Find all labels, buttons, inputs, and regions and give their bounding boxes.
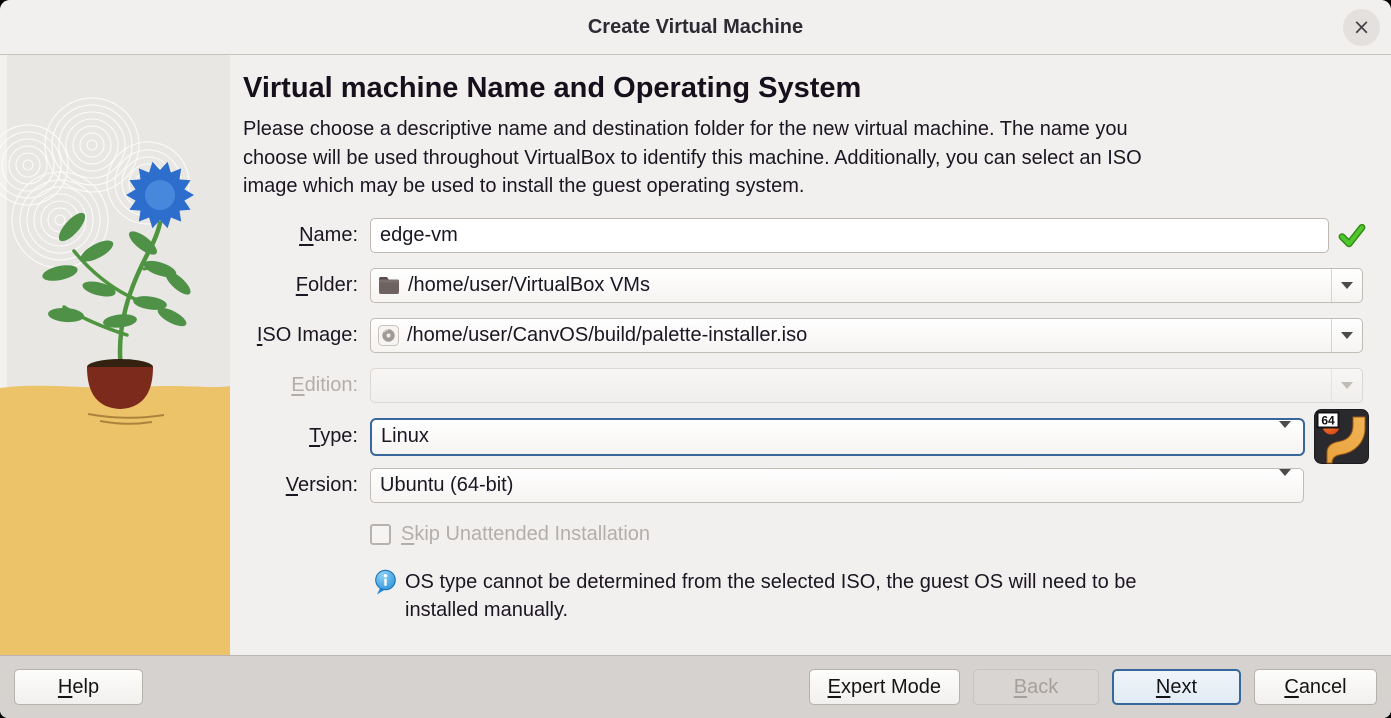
skip-unattended-checkbox	[370, 524, 391, 545]
name-row: Name:	[243, 218, 1377, 253]
folder-icon	[378, 276, 400, 295]
close-icon[interactable]: ×	[1343, 9, 1380, 46]
chevron-down-icon	[1279, 476, 1291, 494]
potted-flower-illustration	[0, 55, 230, 655]
folder-row: Folder: /home/user/VirtualBox VMs	[243, 268, 1377, 303]
chevron-down-icon	[1279, 428, 1291, 446]
vm-name-input[interactable]	[370, 218, 1329, 253]
version-label: Version:	[243, 474, 358, 497]
type-value: Linux	[372, 425, 1279, 448]
version-combobox[interactable]: Ubuntu (64-bit)	[370, 468, 1304, 503]
name-label: Name:	[243, 224, 358, 247]
skip-unattended-label: Skip Unattended Installation	[401, 523, 650, 546]
edition-combobox	[370, 368, 1363, 403]
info-icon	[373, 569, 398, 600]
os-detect-notice: OS type cannot be determined from the se…	[243, 568, 1377, 624]
next-button[interactable]: Next	[1112, 669, 1241, 705]
notice-text: OS type cannot be determined from the se…	[405, 568, 1137, 624]
folder-value: /home/user/VirtualBox VMs	[400, 274, 1331, 297]
type-combobox[interactable]: Linux	[370, 418, 1305, 456]
iso-image-label: ISO Image:	[243, 324, 358, 347]
arch-badge: 64	[1321, 414, 1335, 428]
cancel-button[interactable]: Cancel	[1254, 669, 1377, 705]
sidebar-illustration	[0, 55, 230, 655]
wizard-page: Virtual machine Name and Operating Syste…	[230, 55, 1391, 655]
create-vm-dialog: Create Virtual Machine ×	[0, 0, 1391, 718]
type-row: Type: Linux	[243, 418, 1377, 456]
skip-unattended-row: Skip Unattended Installation	[243, 523, 1377, 547]
page-description: Please choose a descriptive name and des…	[243, 115, 1377, 201]
type-label: Type:	[243, 425, 358, 448]
folder-combobox[interactable]: /home/user/VirtualBox VMs	[370, 268, 1363, 303]
chevron-down-icon	[1331, 319, 1362, 352]
chevron-down-icon	[1331, 369, 1362, 402]
name-valid-check-icon	[1338, 221, 1366, 249]
dialog-button-bar: Help Expert Mode Back Next Cancel	[0, 655, 1391, 718]
edition-label: Edition:	[243, 374, 358, 397]
edition-row: Edition:	[243, 368, 1377, 403]
os-type-64bit-icon: 64	[1314, 409, 1369, 464]
window-title: Create Virtual Machine	[588, 16, 803, 39]
back-button: Back	[973, 669, 1099, 705]
chevron-down-icon	[1331, 269, 1362, 302]
iso-image-combobox[interactable]: /home/user/CanvOS/build/palette-installe…	[370, 318, 1363, 353]
page-title: Virtual machine Name and Operating Syste…	[243, 70, 1377, 106]
iso-image-value: /home/user/CanvOS/build/palette-installe…	[399, 324, 1331, 347]
disc-icon	[378, 325, 399, 346]
titlebar: Create Virtual Machine ×	[0, 0, 1391, 55]
version-row: Version: Ubuntu (64-bit)	[243, 468, 1377, 503]
folder-label: Folder:	[243, 274, 358, 297]
expert-mode-button[interactable]: Expert Mode	[809, 669, 960, 705]
iso-row: ISO Image: /home/user/CanvOS/build/palet…	[243, 318, 1377, 353]
help-button[interactable]: Help	[14, 669, 143, 705]
vm-form: Name: Folder:	[243, 218, 1377, 624]
version-value: Ubuntu (64-bit)	[371, 474, 1279, 497]
